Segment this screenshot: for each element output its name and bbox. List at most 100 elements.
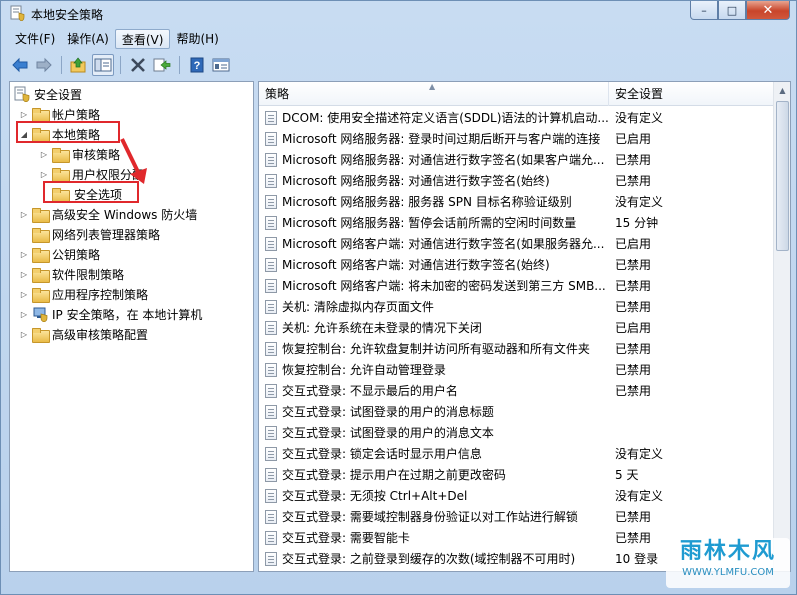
table-row[interactable]: Microsoft 网络服务器: 登录时间过期后断开与客户端的连接 已启用 (259, 128, 773, 149)
menu-view[interactable]: 查看(V) (114, 29, 171, 49)
folder-icon (32, 207, 50, 223)
close-button[interactable]: ✕ (746, 1, 790, 20)
tree-item-network-list-manager[interactable]: 网络列表管理器策略 (18, 224, 160, 244)
show-hide-tree-icon (94, 58, 112, 72)
policy-setting: 没有定义 (615, 489, 664, 503)
table-row[interactable]: 关机: 清除虚拟内存页面文件 已禁用 (259, 296, 773, 317)
delete-icon (131, 58, 145, 72)
policy-list-pane: ▲ 策略 安全设置 DCOM: 使用安全描述符定义语言(SDDL)语法的计算机启… (258, 81, 791, 572)
table-row[interactable]: 交互式登录: 试图登录的用户的消息标题 (259, 401, 773, 422)
expand-arrow-icon[interactable]: ▷ (18, 108, 30, 120)
table-row[interactable]: 交互式登录: 锁定会话时显示用户信息 没有定义 (259, 443, 773, 464)
expand-arrow-icon[interactable]: ▷ (18, 328, 30, 340)
policy-icon (265, 110, 277, 125)
table-row[interactable]: 恢复控制台: 允许自动管理登录 已禁用 (259, 359, 773, 380)
policy-icon (265, 173, 277, 188)
policy-name: Microsoft 网络服务器: 对通信进行数字签名(始终) (282, 174, 550, 188)
expand-arrow-icon[interactable]: ▷ (38, 168, 50, 180)
expand-arrow-icon[interactable]: ▷ (18, 208, 30, 220)
tree-item-audit-policy[interactable]: ▷ 审核策略 (38, 144, 120, 164)
policy-icon (265, 446, 277, 461)
table-row[interactable]: 交互式登录: 试图登录的用户的消息文本 (259, 422, 773, 443)
up-one-level-button[interactable] (68, 54, 90, 76)
policy-setting: 已禁用 (615, 258, 652, 272)
column-header-policy[interactable]: ▲ 策略 (259, 82, 609, 106)
policy-icon (265, 320, 277, 335)
expand-arrow-icon[interactable]: ▷ (18, 248, 30, 260)
table-row[interactable]: Microsoft 网络服务器: 暂停会话前所需的空闲时间数量 15 分钟 (259, 212, 773, 233)
table-row[interactable]: 交互式登录: 需要域控制器身份验证以对工作站进行解锁 已禁用 (259, 506, 773, 527)
scrollbar-thumb[interactable] (776, 101, 789, 251)
policy-name: Microsoft 网络服务器: 对通信进行数字签名(如果客户端允... (282, 153, 605, 167)
column-header-security-setting[interactable]: 安全设置 (609, 82, 773, 106)
table-row[interactable]: DCOM: 使用安全描述符定义语言(SDDL)语法的计算机启动... 没有定义 (259, 107, 773, 128)
policy-name: Microsoft 网络客户端: 将未加密的密码发送到第三方 SMB... (282, 279, 606, 293)
security-settings-icon (14, 86, 30, 102)
delete-button[interactable] (127, 54, 149, 76)
forward-button[interactable] (33, 54, 55, 76)
watermark-logo: 雨林木风 WWW.YLMFU.COM (666, 538, 790, 588)
policy-name: Microsoft 网络客户端: 对通信进行数字签名(始终) (282, 258, 550, 272)
expand-arrow-icon[interactable]: ▷ (18, 288, 30, 300)
folder-icon (32, 227, 50, 243)
scroll-up-icon[interactable]: ▲ (774, 82, 790, 99)
minimize-button[interactable]: – (690, 1, 718, 20)
menu-file[interactable]: 文件(F) (9, 29, 61, 49)
table-row[interactable]: Microsoft 网络客户端: 将未加密的密码发送到第三方 SMB... 已禁用 (259, 275, 773, 296)
policy-icon (265, 509, 277, 524)
properties-button[interactable] (210, 54, 232, 76)
policy-icon (265, 278, 277, 293)
tree-item-application-control[interactable]: ▷ 应用程序控制策略 (18, 284, 148, 304)
policy-setting: 已启用 (615, 132, 652, 146)
policy-name: 关机: 清除虚拟内存页面文件 (282, 300, 434, 314)
tree-item-windows-firewall[interactable]: ▷ 高级安全 Windows 防火墙 (18, 204, 197, 224)
table-row[interactable]: Microsoft 网络服务器: 对通信进行数字签名(始终) 已禁用 (259, 170, 773, 191)
table-row[interactable]: 交互式登录: 不显示最后的用户名 已禁用 (259, 380, 773, 401)
policy-icon (265, 299, 277, 314)
menu-action[interactable]: 操作(A) (61, 29, 115, 49)
folder-icon (32, 327, 50, 343)
tree-item-software-restriction[interactable]: ▷ 软件限制策略 (18, 264, 124, 284)
table-row[interactable]: 恢复控制台: 允许软盘复制并访问所有驱动器和所有文件夹 已禁用 (259, 338, 773, 359)
policy-name: 交互式登录: 需要域控制器身份验证以对工作站进行解锁 (282, 510, 578, 524)
maximize-button[interactable]: □ (718, 1, 746, 20)
folder-icon (52, 167, 70, 183)
table-row[interactable]: Microsoft 网络客户端: 对通信进行数字签名(如果服务器允... 已启用 (259, 233, 773, 254)
menu-bar: 文件(F) 操作(A) 查看(V) 帮助(H) (9, 29, 225, 49)
tree-item-public-key-policies[interactable]: ▷ 公钥策略 (18, 244, 100, 264)
export-list-button[interactable] (151, 54, 173, 76)
policy-icon (265, 131, 277, 146)
table-row[interactable]: 交互式登录: 无须按 Ctrl+Alt+Del 没有定义 (259, 485, 773, 506)
table-row[interactable]: Microsoft 网络服务器: 服务器 SPN 目标名称验证级别 没有定义 (259, 191, 773, 212)
up-folder-icon (70, 57, 86, 73)
expand-arrow-icon[interactable]: ▷ (38, 148, 50, 160)
policy-name: 交互式登录: 试图登录的用户的消息标题 (282, 405, 494, 419)
expand-arrow-icon[interactable]: ▷ (18, 308, 30, 320)
table-row[interactable]: Microsoft 网络服务器: 对通信进行数字签名(如果客户端允... 已禁用 (259, 149, 773, 170)
show-hide-console-tree-button[interactable] (92, 54, 114, 76)
vertical-scrollbar[interactable]: ▲ (773, 82, 790, 571)
menu-help[interactable]: 帮助(H) (170, 29, 224, 49)
tree-item-security-settings[interactable]: 安全设置 (14, 84, 82, 104)
expand-arrow-icon[interactable]: ▷ (18, 268, 30, 280)
table-row[interactable]: 关机: 允许系统在未登录的情况下关闭 已启用 (259, 317, 773, 338)
window-title: 本地安全策略 (31, 8, 104, 22)
policy-setting: 已启用 (615, 321, 652, 335)
forward-arrow-icon (36, 57, 52, 73)
policy-icon (265, 236, 277, 251)
tree-item-label: 网络列表管理器策略 (52, 227, 161, 242)
sort-ascending-icon: ▲ (429, 82, 436, 91)
tree-item-ip-security[interactable]: ▷ IP 安全策略，在 本地计算机 (18, 304, 202, 324)
help-icon: ? (190, 57, 204, 73)
back-button[interactable] (9, 54, 31, 76)
title-bar[interactable]: 本地安全策略 – □ ✕ (1, 1, 796, 27)
help-button[interactable]: ? (186, 54, 208, 76)
policy-icon (265, 551, 277, 566)
table-row[interactable]: Microsoft 网络客户端: 对通信进行数字签名(始终) 已禁用 (259, 254, 773, 275)
folder-icon (52, 147, 70, 163)
policy-setting: 已禁用 (615, 300, 652, 314)
table-row[interactable]: 交互式登录: 提示用户在过期之前更改密码 5 天 (259, 464, 773, 485)
tree-item-advanced-audit[interactable]: ▷ 高级审核策略配置 (18, 324, 148, 344)
policy-name: 交互式登录: 需要智能卡 (282, 531, 410, 545)
policy-icon (265, 215, 277, 230)
